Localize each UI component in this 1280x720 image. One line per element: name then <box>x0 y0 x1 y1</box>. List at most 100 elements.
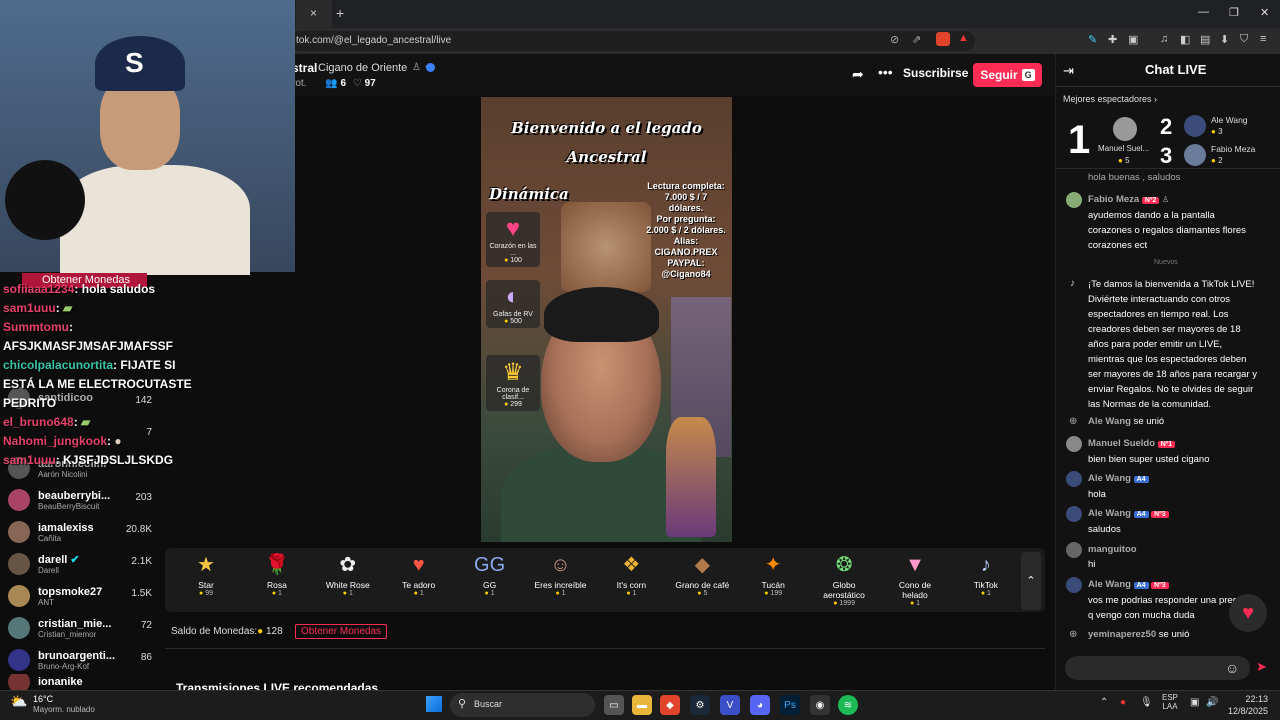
sidebar-icon[interactable]: ◧ <box>1180 33 1190 46</box>
gift-item[interactable]: ✦ Tucán ● 199 <box>743 550 803 597</box>
gift-item[interactable]: ☺ Eres increíble ● 1 <box>531 550 591 597</box>
gift-item[interactable]: ♪ TikTok ● 1 <box>956 550 1016 597</box>
overlay-chat-line: sam1uuu: ▰ <box>3 301 73 315</box>
obs-icon[interactable]: ◉ <box>810 695 830 715</box>
top-viewer-name[interactable]: Fabio Meza <box>1211 144 1255 154</box>
vpn-app-icon[interactable]: V <box>720 695 740 715</box>
viewer-count: 86 <box>140 652 152 663</box>
clock-time[interactable]: 22:13 <box>1230 694 1268 704</box>
maximize-button[interactable]: ❐ <box>1229 6 1239 19</box>
more-options-icon[interactable]: ••• <box>878 64 893 80</box>
collapse-chat-icon[interactable]: ⇥ <box>1063 63 1074 79</box>
gift-name: Globo aerostático <box>823 580 865 600</box>
gift-item[interactable]: ▼ Cono de helado ● 1 <box>885 550 945 607</box>
avatar <box>1066 471 1082 487</box>
clock-date[interactable]: 12/8/2025 <box>1224 706 1268 716</box>
gift-item[interactable]: ★ Star ● 99 <box>176 550 236 597</box>
viewer-name: iamalexiss <box>38 521 94 534</box>
gift-item[interactable]: ❖ It's corn ● 1 <box>601 550 661 597</box>
brave-rewards-icon[interactable]: ▲ <box>958 32 969 44</box>
vpn-shield-icon[interactable]: ⛉ <box>1240 33 1248 46</box>
viewer-count: 72 <box>140 620 152 631</box>
start-button[interactable] <box>426 696 442 712</box>
wallet-icon[interactable]: ▤ <box>1200 33 1210 46</box>
tray-chevron-icon[interactable]: ⌃ <box>1100 697 1108 708</box>
downloads-icon[interactable]: ⬇ <box>1220 33 1229 46</box>
gift-item[interactable]: ✿ White Rose ● 1 <box>318 550 378 597</box>
discord-icon[interactable]: ◕ <box>750 695 770 715</box>
minimize-button[interactable]: — <box>1198 6 1209 18</box>
gift-item[interactable]: ◆ Grano de café ● 5 <box>672 550 732 597</box>
info-line: 7.000 $ / 7 <box>664 192 708 202</box>
divider <box>1055 86 1280 87</box>
top-viewers-label[interactable]: Mejores espectadores › <box>1063 94 1157 104</box>
reader-icon[interactable]: ▣ <box>1128 33 1138 46</box>
gifts-expand-button[interactable]: ⌃ <box>1021 552 1041 610</box>
viewer-info: iamalexiss Cañita <box>38 522 94 543</box>
gift-name: GG <box>482 580 497 590</box>
translate-icon[interactable]: ✎ <box>1088 33 1097 46</box>
gift-item[interactable]: 🌹 Rosa ● 1 <box>247 550 307 597</box>
live-video[interactable]: Bienvenido a el legado Ancestral Dinámic… <box>481 97 732 542</box>
volume-icon[interactable]: 🔊 <box>1206 697 1218 708</box>
gift-item[interactable]: ❂ Globo aerostático ● 1999 <box>814 550 874 607</box>
viewer-count: 1.5K <box>131 588 152 599</box>
close-window-button[interactable]: ✕ <box>1260 6 1269 19</box>
viewer-name: brunoargenti... <box>38 649 115 662</box>
mic-tray-icon[interactable]: 🎙 <box>1140 697 1153 708</box>
file-explorer-icon[interactable]: ▬ <box>632 695 652 715</box>
extensions-icon[interactable]: ✚ <box>1108 33 1117 46</box>
info-line: Lectura completa: <box>647 181 725 191</box>
gift-icon: GG <box>474 554 506 576</box>
gift-price: ● 1 <box>956 590 1016 597</box>
brave-browser-icon[interactable]: ◆ <box>660 695 680 715</box>
viewer-count: 2.1K <box>131 556 152 567</box>
network-icon[interactable]: ▣ <box>1190 697 1199 708</box>
steam-icon[interactable]: ⚙ <box>690 695 710 715</box>
share-stream-icon[interactable]: ➦ <box>852 66 864 83</box>
gift-item[interactable]: ♥ Te adoro ● 1 <box>389 550 449 597</box>
active-tab[interactable]: × <box>296 0 332 28</box>
gift-item[interactable]: GG GG ● 1 <box>460 550 520 597</box>
overlay-chat-line: sofiiaaa1234: hola saludos <box>3 282 156 296</box>
weather-icon[interactable]: ⛅ <box>10 693 27 710</box>
streamer-webcam: S <box>0 0 295 275</box>
top-viewer-name[interactable]: Manuel Suel... <box>1098 144 1149 153</box>
like-heart-button[interactable]: ♥ <box>1229 594 1267 632</box>
subscribe-button[interactable]: Suscribirse <box>903 66 968 80</box>
share-icon[interactable]: ⇗ <box>912 33 921 46</box>
gift-price: ● 5 <box>672 590 732 597</box>
spotify-icon[interactable]: ≋ <box>838 695 858 715</box>
language-indicator[interactable]: ESP LAA <box>1162 693 1178 711</box>
tray-app-icon[interactable]: ● <box>1120 697 1126 708</box>
music-icon[interactable]: ♫ <box>1160 33 1168 45</box>
viewer-display-name: Darell <box>38 565 59 575</box>
top-viewer-name[interactable]: Ale Wang <box>1211 115 1248 125</box>
get-coins-button[interactable]: Obtener Monedas <box>295 624 388 639</box>
tab-close-icon[interactable]: × <box>310 6 317 20</box>
gift-price-value: 1 <box>348 590 353 597</box>
gift-price-value: 199 <box>770 590 783 597</box>
emoji-picker-icon[interactable]: ☺ <box>1225 660 1239 676</box>
gift-name: Grano de café <box>675 580 730 590</box>
chat-message: yeminaperez50 se unió <box>1088 629 1190 640</box>
streamer-name[interactable]: stral <box>292 61 317 75</box>
photoshop-icon[interactable]: Ps <box>780 695 800 715</box>
follow-button[interactable]: Seguir G <box>973 63 1042 87</box>
viewer-count: 6 <box>340 78 347 89</box>
top-viewer-coins: ● 3 <box>1211 127 1223 136</box>
taskbar-search[interactable] <box>450 693 595 717</box>
task-view-icon[interactable]: ▭ <box>604 695 624 715</box>
avatar <box>8 489 30 511</box>
viewer-row[interactable]: ionanike <box>8 674 158 690</box>
gift-icon: ❂ <box>835 554 853 576</box>
brave-shield-icon[interactable] <box>936 32 950 46</box>
gift-price-value: 1999 <box>839 600 855 607</box>
send-icon[interactable]: ➤ <box>1256 659 1267 675</box>
chat-title: Chat LIVE <box>1145 62 1207 77</box>
viewer-info: beauberrybi... BeauBerryBiscuit <box>38 490 110 511</box>
new-tab-button[interactable]: + <box>336 5 344 21</box>
chat-input[interactable] <box>1065 656 1250 680</box>
menu-icon[interactable]: ≡ <box>1260 33 1266 45</box>
reader-mode-icon[interactable]: ⊘ <box>890 33 899 46</box>
